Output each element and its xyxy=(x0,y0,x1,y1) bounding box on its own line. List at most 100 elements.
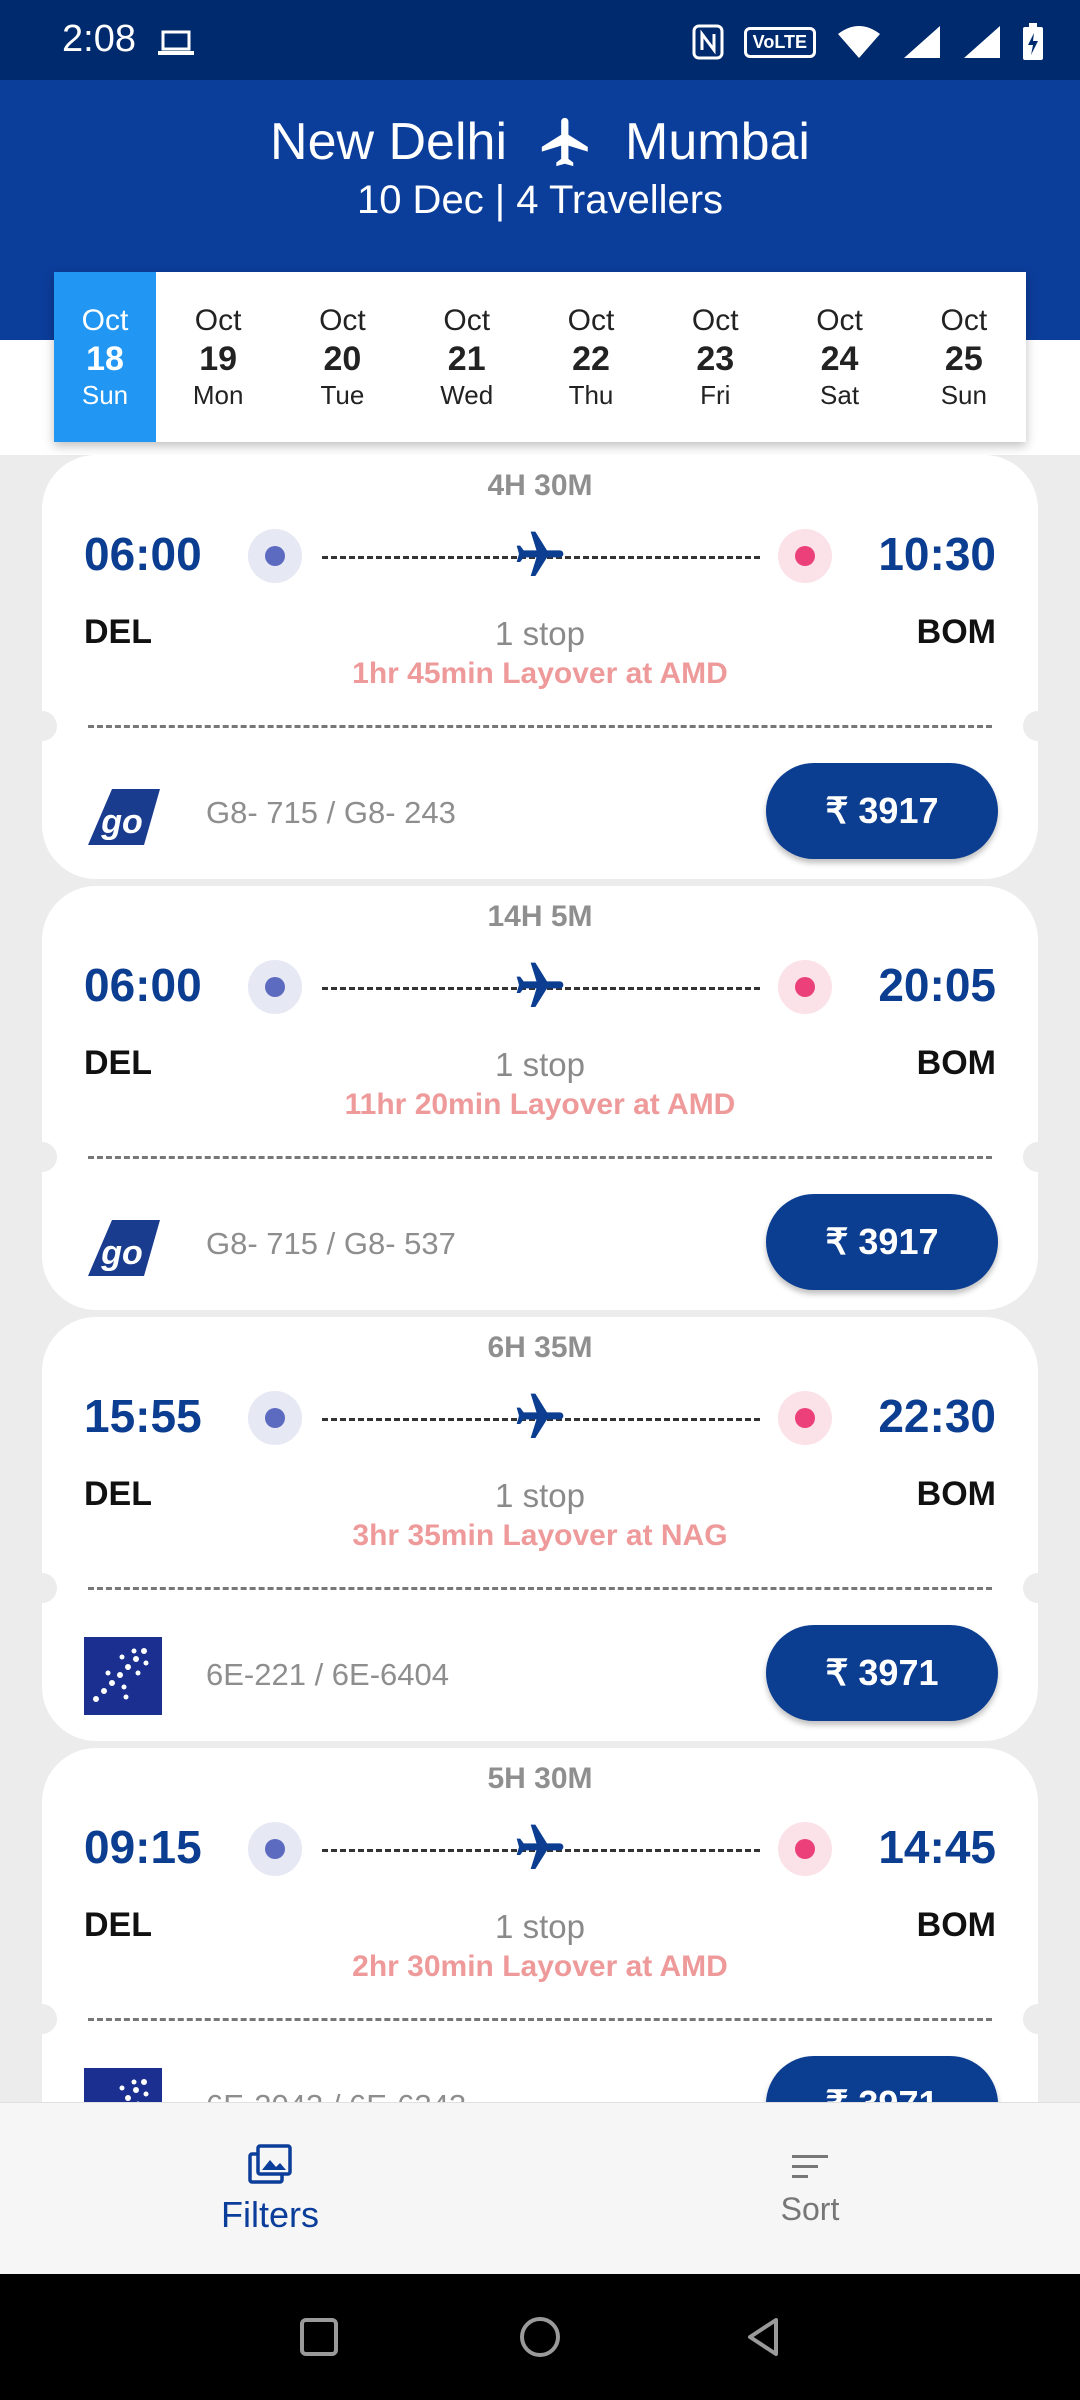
svg-text:go: go xyxy=(100,1234,143,1272)
date-item[interactable]: Oct 20 Tue xyxy=(280,272,404,442)
flight-numbers: G8- 715 / G8- 537 xyxy=(206,1226,456,1261)
price-button[interactable]: ₹ 3917 xyxy=(766,1194,998,1290)
nfc-icon xyxy=(692,24,724,60)
flight-duration: 6H 35M xyxy=(487,1331,593,1364)
layover-info: 2hr 30min Layover at AMD xyxy=(352,1950,728,1983)
departure-dot-icon xyxy=(248,960,302,1014)
flight-card[interactable]: 5H 30M 09:15 14:45 DEL 1 stop BOM 2hr 30… xyxy=(42,1748,1038,2102)
layover-info: 3hr 35min Layover at NAG xyxy=(352,1519,728,1552)
card-notch xyxy=(42,2004,57,2034)
filters-label: Filters xyxy=(221,2194,319,2235)
bottom-nav: Filters Sort xyxy=(0,2102,1080,2274)
card-divider xyxy=(88,725,992,728)
recent-apps-icon[interactable] xyxy=(294,2312,344,2362)
battery-icon xyxy=(1023,23,1043,60)
destination-code: BOM xyxy=(916,1906,996,1944)
date-day: 19 xyxy=(199,340,238,378)
date-day: 20 xyxy=(323,340,362,378)
date-weekday: Tue xyxy=(320,380,365,410)
date-item[interactable]: Oct 22 Thu xyxy=(529,272,653,442)
date-day: 23 xyxy=(696,340,735,378)
price-button[interactable]: ₹ 3917 xyxy=(766,763,998,859)
date-weekday: Thu xyxy=(568,380,614,410)
signal-icon xyxy=(904,26,940,58)
flight-card[interactable]: 6H 35M 15:55 22:30 DEL 1 stop BOM 3hr 35… xyxy=(42,1317,1038,1741)
card-divider xyxy=(88,2018,992,2021)
departure-time: 15:55 xyxy=(84,1390,202,1442)
arrival-time: 14:45 xyxy=(878,1821,996,1873)
route-title: New Delhi Mumbai xyxy=(0,112,1080,172)
departure-time: 06:00 xyxy=(84,528,202,580)
destination-code: BOM xyxy=(916,1475,996,1513)
date-day: 18 xyxy=(86,340,124,378)
card-divider xyxy=(88,1156,992,1159)
flight-numbers: G8- 715 / G8- 243 xyxy=(206,795,456,830)
departure-dot-icon xyxy=(248,529,302,583)
date-day: 24 xyxy=(820,340,859,378)
card-notch xyxy=(42,1142,57,1172)
card-notch xyxy=(1023,1142,1038,1172)
date-weekday: Wed xyxy=(440,380,494,410)
date-item[interactable]: Oct 21 Wed xyxy=(405,272,529,442)
arrival-time: 22:30 xyxy=(878,1390,996,1442)
date-item[interactable]: Oct 24 Sat xyxy=(777,272,901,442)
date-day: 22 xyxy=(572,340,610,378)
card-notch xyxy=(1023,711,1038,741)
arrival-time: 20:05 xyxy=(878,959,996,1011)
card-notch xyxy=(42,711,57,741)
card-notch xyxy=(42,1573,57,1603)
date-selector: Oct 18 Sun Oct 19 Mon Oct 20 Tue Oct 21 … xyxy=(54,272,1026,442)
flight-card[interactable]: 14H 5M 06:00 20:05 DEL 1 stop BOM 11hr 2… xyxy=(42,886,1038,1310)
date-month: Oct xyxy=(194,304,242,337)
departure-time: 06:00 xyxy=(84,959,202,1011)
date-item[interactable]: Oct 23 Fri xyxy=(653,272,777,442)
date-month: Oct xyxy=(81,304,129,337)
sort-label: Sort xyxy=(780,2190,840,2227)
departure-dot-icon xyxy=(248,1822,302,1876)
filters-button[interactable]: Filters xyxy=(0,2103,540,2275)
status-time: 2:08 xyxy=(62,18,136,60)
departure-time: 09:15 xyxy=(84,1821,202,1873)
card-divider xyxy=(88,1587,992,1590)
date-item[interactable]: Oct 25 Sun xyxy=(902,272,1026,442)
price-button[interactable]: ₹ 3971 xyxy=(766,2056,998,2102)
flight-numbers: 6E-221 / 6E-6404 xyxy=(206,1657,450,1692)
system-navigation-bar xyxy=(0,2274,1080,2400)
origin-city: New Delhi xyxy=(270,113,508,171)
flight-card[interactable]: 4H 30M 06:00 10:30 DEL 1 stop BOM 1hr 45… xyxy=(42,455,1038,879)
home-icon[interactable] xyxy=(515,2312,565,2362)
indigo-logo-icon xyxy=(84,1637,162,1715)
flight-duration: 14H 5M xyxy=(487,900,593,933)
card-notch xyxy=(1023,2004,1038,2034)
flight-duration: 4H 30M xyxy=(487,469,593,502)
departure-dot-icon xyxy=(248,1391,302,1445)
airplane-icon xyxy=(516,531,564,576)
flight-numbers: 6E-2043 / 6E-6343 xyxy=(206,2088,466,2102)
indigo-logo-icon xyxy=(84,2068,162,2102)
stops-label: 1 stop xyxy=(495,1477,585,1514)
destination-code: BOM xyxy=(916,613,996,651)
price-button[interactable]: ₹ 3971 xyxy=(766,1625,998,1721)
airplane-icon xyxy=(541,117,588,167)
date-weekday: Sun xyxy=(81,380,129,410)
wifi-icon xyxy=(838,26,880,58)
back-icon[interactable] xyxy=(738,2312,788,2362)
date-weekday: Fri xyxy=(700,380,731,410)
date-month: Oct xyxy=(443,304,491,337)
sort-icon xyxy=(792,2154,828,2178)
arrival-dot-icon xyxy=(778,1822,832,1876)
date-item-selected[interactable]: Oct 18 Sun xyxy=(54,272,156,442)
airplane-icon xyxy=(516,1824,564,1869)
arrival-dot-icon xyxy=(778,1391,832,1445)
destination-code: BOM xyxy=(916,1044,996,1082)
date-item[interactable]: Oct 19 Mon xyxy=(156,272,280,442)
date-month: Oct xyxy=(691,304,739,337)
sort-button[interactable]: Sort xyxy=(540,2103,1080,2275)
layover-info: 1hr 45min Layover at AMD xyxy=(352,657,728,690)
goair-logo-icon: go xyxy=(88,1220,160,1276)
arrival-dot-icon xyxy=(778,960,832,1014)
status-bar: 2:08 VoLTE xyxy=(0,0,1080,80)
arrival-dot-icon xyxy=(778,529,832,583)
date-month: Oct xyxy=(319,304,366,337)
stops-label: 1 stop xyxy=(495,1046,585,1083)
